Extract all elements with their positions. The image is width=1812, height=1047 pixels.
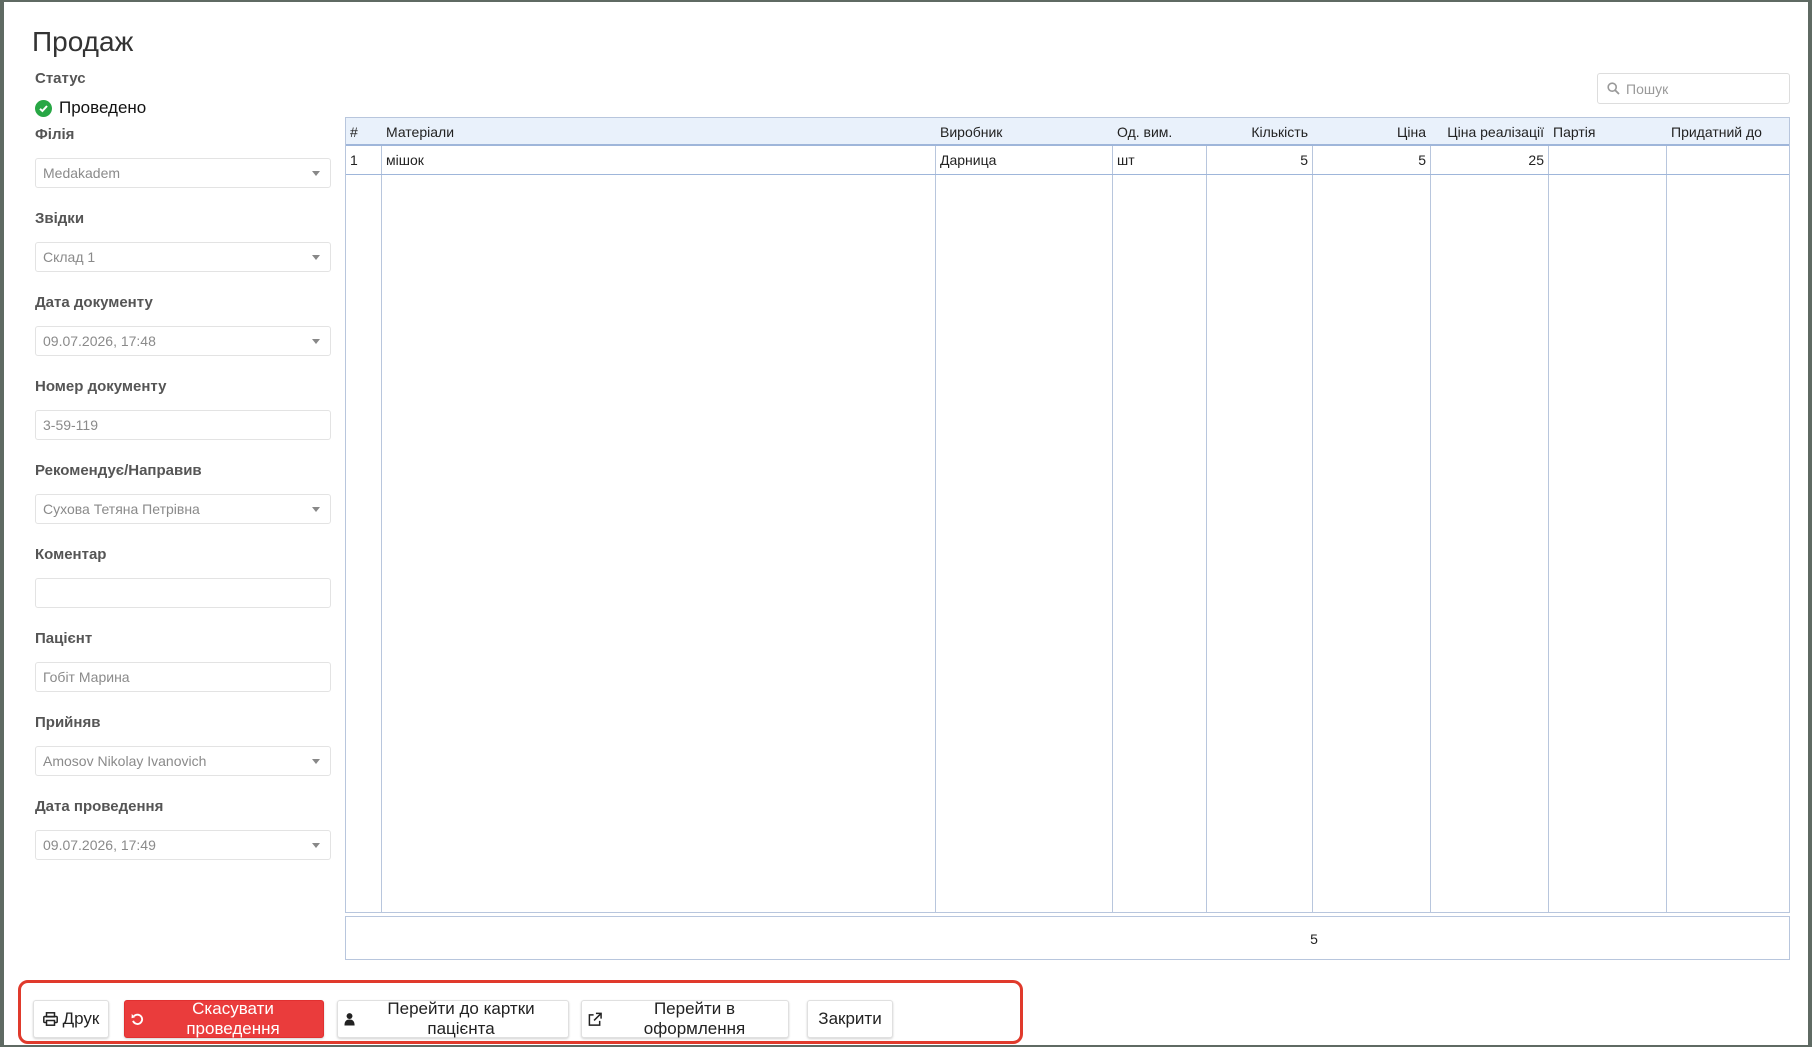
from-value: Склад 1: [43, 249, 96, 265]
column-divider: [1666, 118, 1667, 912]
status-indicator: Проведено: [35, 96, 331, 120]
from-select[interactable]: Склад 1: [35, 242, 331, 272]
doc-date-value: 09.07.2026, 17:48: [43, 333, 156, 349]
close-button[interactable]: Закрити: [807, 1000, 893, 1038]
col-header-num[interactable]: #: [346, 118, 381, 144]
referrer-label: Рекомендує/Направив: [35, 462, 202, 479]
cell-price: 5: [1418, 152, 1426, 168]
branch-select[interactable]: Medakadem: [35, 158, 331, 188]
col-header-expiry[interactable]: Придатний до: [1667, 118, 1789, 144]
cell-qty: 5: [1300, 152, 1308, 168]
col-header-batch[interactable]: Партія: [1549, 118, 1666, 144]
patient-card-label: Перейти до картки пацієнта: [387, 999, 535, 1038]
document-form: Статус Проведено Філія Medakadem Звідки …: [35, 70, 331, 882]
cell-material: мішок: [386, 152, 424, 168]
doc-number-value: 3-59-119: [43, 417, 99, 433]
patient-card-button[interactable]: Перейти до картки пацієнта: [337, 999, 569, 1038]
accepted-value: Amosov Nikolay Ivanovich: [43, 753, 207, 769]
cell-producer: Дарница: [940, 152, 997, 168]
search-icon: [1607, 82, 1620, 98]
accepted-label: Прийняв: [35, 714, 101, 731]
col-header-sale-price[interactable]: Ціна реалізації: [1431, 118, 1548, 144]
column-divider: [1112, 118, 1113, 912]
column-divider: [935, 118, 936, 912]
to-registration-label: Перейти в оформлення: [643, 999, 746, 1038]
sale-dialog: Продаж Статус Проведено Філія Medakadem …: [4, 2, 1808, 1045]
print-button[interactable]: Друк: [33, 1000, 109, 1038]
col-header-producer[interactable]: Виробник: [936, 118, 1112, 144]
branch-label: Філія: [35, 126, 75, 143]
table-header: # Матеріали Виробник Од. вим. Кількість …: [346, 118, 1789, 146]
col-header-material[interactable]: Матеріали: [382, 118, 935, 144]
doc-date-picker[interactable]: 09.07.2026, 17:48: [35, 326, 331, 356]
chevron-down-icon: [312, 507, 320, 512]
table-row[interactable]: 1 мішок Дарница шт 5 5 25: [346, 146, 1789, 175]
search-input[interactable]: Пошук: [1597, 73, 1790, 104]
close-label: Закрити: [818, 1009, 882, 1028]
cancel-posting-label: Скасувати проведення: [186, 999, 280, 1038]
chevron-down-icon: [312, 255, 320, 260]
status-value: Проведено: [59, 98, 147, 117]
from-label: Звідки: [35, 210, 85, 227]
cell-num: 1: [350, 152, 358, 168]
chevron-down-icon: [312, 843, 320, 848]
col-header-qty[interactable]: Кількість: [1207, 118, 1312, 144]
column-lines: [346, 118, 1789, 912]
doc-number-label: Номер документу: [35, 378, 167, 395]
chevron-down-icon: [312, 171, 320, 176]
chevron-down-icon: [312, 339, 320, 344]
doc-date-label: Дата документу: [35, 294, 153, 311]
column-divider: [1430, 118, 1431, 912]
patient-field[interactable]: Гобіт Марина: [35, 662, 331, 692]
doc-number-field[interactable]: 3-59-119: [35, 410, 331, 440]
to-registration-button[interactable]: Перейти в оформлення: [581, 999, 789, 1038]
print-label: Друк: [62, 1009, 100, 1028]
referrer-select[interactable]: Сухова Тетяна Петрівна: [35, 494, 331, 524]
col-header-price[interactable]: Ціна: [1313, 118, 1430, 144]
post-date-picker[interactable]: 09.07.2026, 17:49: [35, 830, 331, 860]
patient-value: Гобіт Марина: [43, 669, 130, 685]
accepted-select[interactable]: Amosov Nikolay Ivanovich: [35, 746, 331, 776]
undo-icon: [131, 1013, 143, 1025]
patient-label: Пацієнт: [35, 630, 93, 647]
search-placeholder: Пошук: [1626, 81, 1669, 97]
column-divider: [1548, 118, 1549, 912]
col-header-unit[interactable]: Од. вим.: [1113, 118, 1206, 144]
branch-value: Medakadem: [43, 165, 121, 181]
user-icon: [344, 1013, 355, 1026]
post-date-value: 09.07.2026, 17:49: [43, 837, 156, 853]
status-label: Статус: [35, 70, 86, 87]
print-icon: [42, 1012, 58, 1026]
table-footer: 5: [345, 916, 1790, 960]
footer-total: 5: [1310, 931, 1318, 947]
cancel-posting-button[interactable]: Скасувати проведення: [124, 999, 324, 1038]
cell-expiry: [1667, 146, 1789, 174]
cell-batch: [1549, 146, 1666, 174]
post-date-label: Дата проведення: [35, 798, 164, 815]
page-title: Продаж: [32, 26, 134, 57]
chevron-down-icon: [312, 759, 320, 764]
cell-sale-price: 25: [1528, 152, 1544, 168]
comment-field[interactable]: [35, 578, 331, 608]
column-divider: [1312, 118, 1313, 912]
action-bar: Друк Скасувати проведення Перейти до кар…: [18, 980, 1023, 1044]
external-link-icon: [588, 1012, 602, 1026]
referrer-value: Сухова Тетяна Петрівна: [43, 501, 200, 517]
check-circle-icon: [35, 99, 52, 117]
column-divider: [1206, 118, 1207, 912]
comment-label: Коментар: [35, 546, 107, 563]
cell-unit: шт: [1117, 152, 1135, 168]
column-divider: [381, 118, 382, 912]
materials-table: # Матеріали Виробник Од. вим. Кількість …: [345, 117, 1790, 913]
